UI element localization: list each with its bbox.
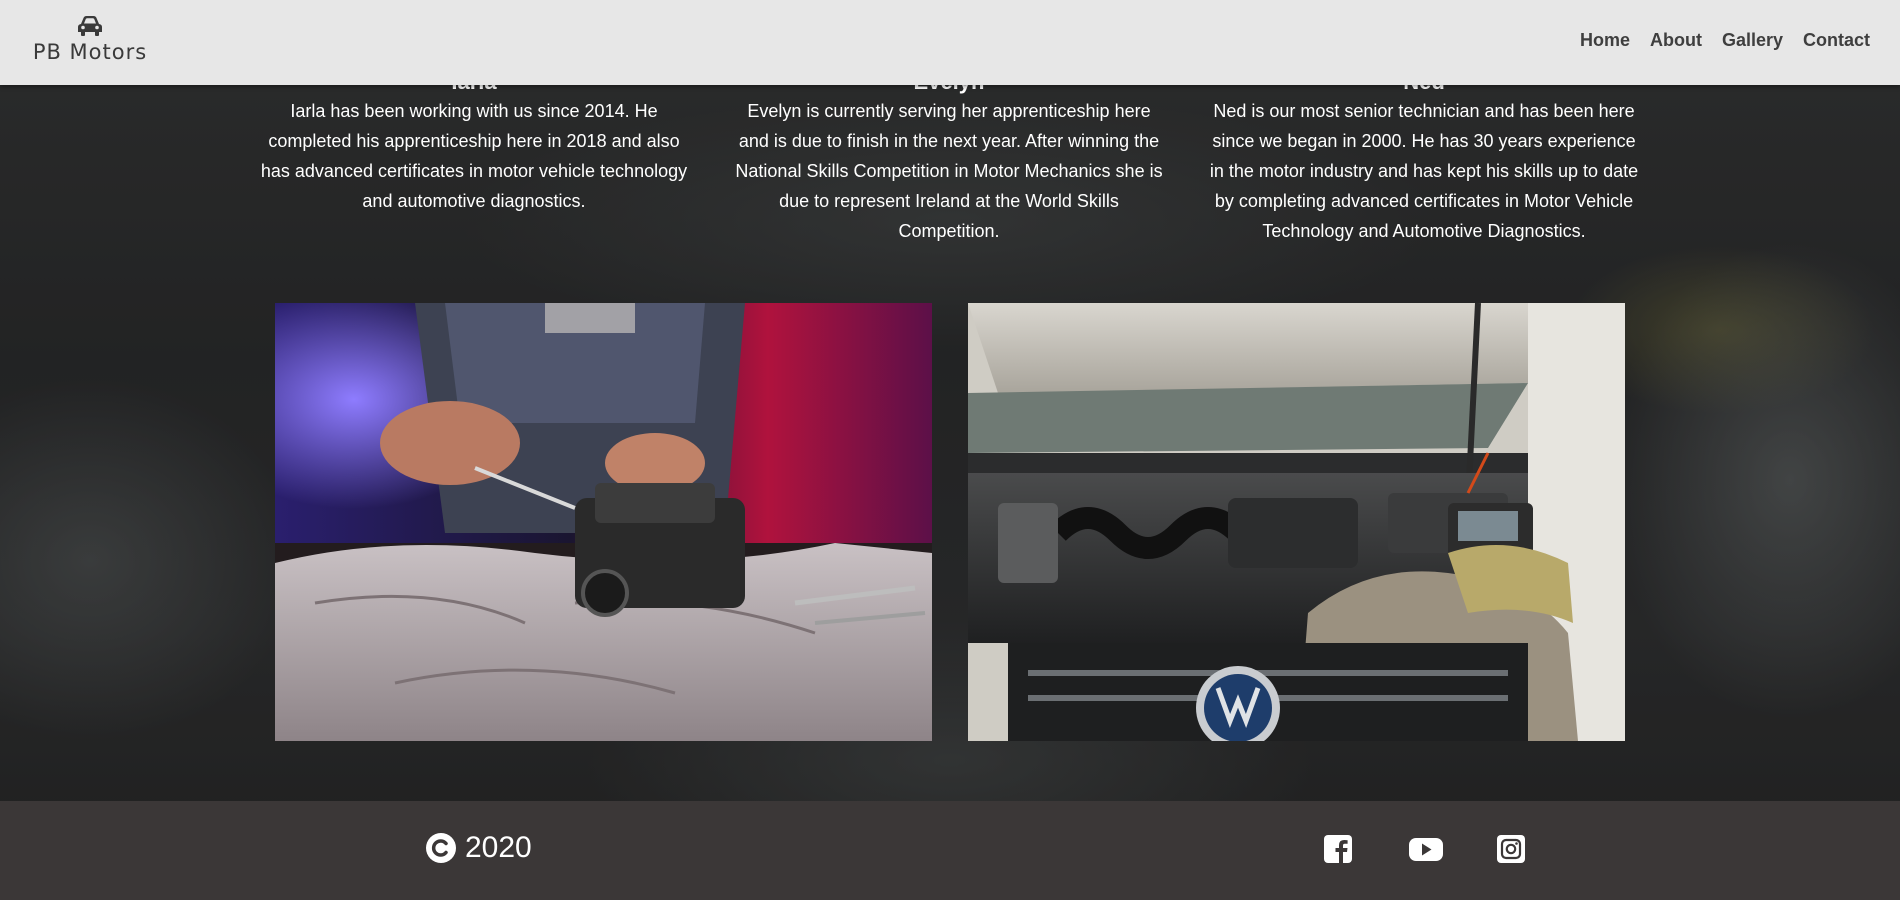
team-member-ned: Ned Ned is our most senior technician an… [1208,70,1640,246]
nav-link-contact[interactable]: Contact [1803,30,1870,51]
brand-name: PB Motors [32,40,148,64]
brand-logo-link[interactable]: PB Motors [20,14,160,64]
gallery-photo-carburetor [275,303,932,741]
youtube-icon [1409,838,1443,861]
nav-link-gallery[interactable]: Gallery [1722,30,1783,51]
facebook-link[interactable] [1322,833,1354,865]
footer: 2020 [0,801,1900,900]
instagram-icon [1497,835,1525,863]
main-nav: Home About Gallery Contact [1580,30,1870,51]
nav-link-home[interactable]: Home [1580,30,1630,51]
car-icon [78,16,102,36]
navbar: PB Motors Home About Gallery Contact [0,0,1900,85]
facebook-icon [1324,835,1352,863]
gallery-photo-engine-bay [968,303,1625,741]
nav-link-about[interactable]: About [1650,30,1702,51]
copyright-icon [426,833,456,863]
youtube-link[interactable] [1408,833,1444,865]
team-member-iarla: Iarla Iarla has been working with us sin… [258,70,690,216]
team-member-evelyn: Evelyn Evelyn is currently serving her a… [733,70,1165,246]
member-bio: Evelyn is currently serving her apprenti… [735,101,1163,241]
copyright: 2020 [425,831,532,865]
member-bio: Ned is our most senior technician and ha… [1209,101,1639,241]
copyright-year: 2020 [465,831,532,864]
member-bio: Iarla has been working with us since 201… [260,101,688,211]
instagram-link[interactable] [1495,833,1527,865]
